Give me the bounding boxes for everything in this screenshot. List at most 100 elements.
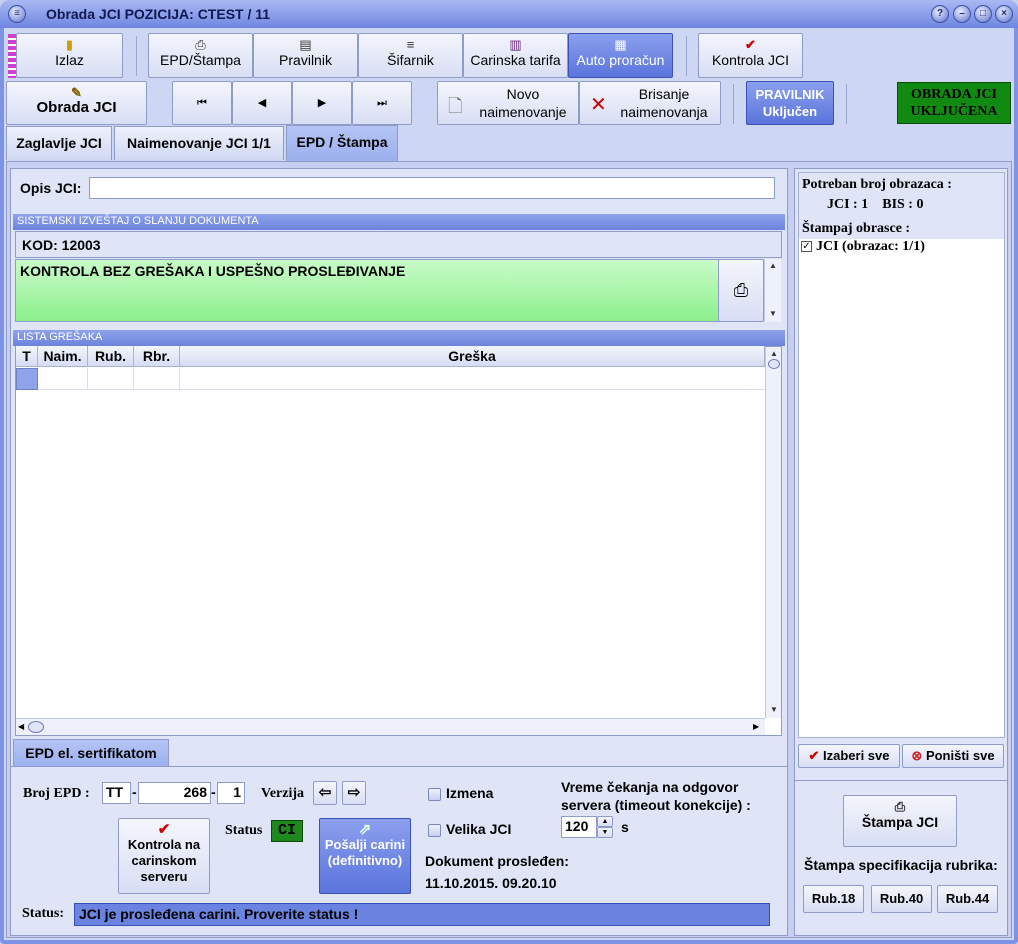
obrada-jci-button[interactable]: ✎ Obrada JCI xyxy=(6,81,147,125)
brisanje-label: Brisanje naimenovanja xyxy=(610,85,718,121)
greske-header: LISTA GREŠAKA xyxy=(13,330,785,346)
velika-jci-checkbox[interactable] xyxy=(428,824,441,837)
kontrola-l3: serveru xyxy=(140,869,188,884)
stampa-jci-button[interactable]: ⎙ Štampa JCI xyxy=(843,795,957,847)
brisanje-label-l2: naimenovanja xyxy=(620,104,708,120)
epd-stampa-button[interactable]: ⎙ EPD/Štampa xyxy=(148,33,253,78)
novo-naimenovanje-button[interactable]: 🗋 Novo naimenovanje xyxy=(437,81,579,125)
printer-icon: ⎙ xyxy=(894,799,906,814)
obrada-status-l1: OBRADA JCI xyxy=(911,87,997,102)
scroll-up-icon[interactable]: ▲ xyxy=(766,349,782,358)
kontrola-jci-button[interactable]: ✔ Kontrola JCI xyxy=(698,33,803,78)
timeout-input[interactable]: 120 xyxy=(561,816,597,838)
pen-icon: ✎ xyxy=(71,85,82,100)
new-document-icon: 🗋 xyxy=(448,96,463,116)
sifarnik-button[interactable]: ≡ Šifarnik xyxy=(358,33,463,78)
scroll-down-icon[interactable]: ▼ xyxy=(766,705,782,714)
izvestaj-message: KONTROLA BEZ GREŠAKA I USPEŠNO PROSLEĐIV… xyxy=(15,259,719,322)
broj-epd-suffix[interactable]: 1 xyxy=(217,782,245,804)
scroll-right-icon[interactable]: ▶ xyxy=(753,722,759,731)
last-record-button[interactable]: ⏭ xyxy=(352,81,412,125)
carinska-tarifa-button[interactable]: ▥ Carinska tarifa xyxy=(463,33,568,78)
prev-record-button[interactable]: ◀ xyxy=(232,81,292,125)
rub40-button[interactable]: Rub.40 xyxy=(871,885,932,913)
timeout-down-button[interactable]: ▼ xyxy=(597,827,613,838)
toolbar-separator xyxy=(846,84,847,124)
last-icon: ⏭ xyxy=(377,97,387,109)
broj-epd-number[interactable]: 268 xyxy=(138,782,211,804)
posalji-carini-button[interactable]: ⇗ Pošalji carini (definitivno) xyxy=(319,818,411,894)
brisanje-label-l1: Brisanje xyxy=(638,86,690,102)
jci-count-value: 1 xyxy=(861,197,869,212)
scroll-thumb[interactable] xyxy=(768,359,780,369)
broj-epd-label: Broj EPD : xyxy=(23,786,90,801)
next-record-button[interactable]: ▶ xyxy=(292,81,352,125)
prev-icon: ◀ xyxy=(257,97,267,109)
izaberi-sve-button[interactable]: ✔ Izaberi sve xyxy=(798,744,900,768)
greske-scrollbar-h[interactable]: ◀ ▶ xyxy=(16,718,765,735)
novo-label-l1: Novo xyxy=(506,86,540,102)
auto-proracun-button[interactable]: ▦ Auto proračun xyxy=(568,33,673,78)
scroll-down-icon[interactable]: ▼ xyxy=(765,309,781,318)
system-menu-icon[interactable]: ≡ xyxy=(8,5,26,23)
toolbar-separator xyxy=(136,36,137,76)
izmena-checkbox[interactable] xyxy=(428,788,441,801)
col-t[interactable]: T xyxy=(16,346,38,367)
stampaj-label: Štampaj obrasce : xyxy=(802,221,911,236)
opis-label: Opis JCI: xyxy=(20,180,82,196)
izvestaj-scrollbar[interactable]: ▲ ▼ xyxy=(764,259,781,322)
broj-epd-prefix[interactable]: TT xyxy=(102,782,131,804)
col-rbr[interactable]: Rbr. xyxy=(134,346,180,367)
obrasci-list[interactable] xyxy=(798,172,1005,738)
help-icon[interactable]: ? xyxy=(931,5,949,23)
greske-grid[interactable] xyxy=(15,346,782,736)
tab-zaglavlje[interactable]: Zaglavlje JCI xyxy=(6,126,112,160)
rub18-button[interactable]: Rub.18 xyxy=(803,885,864,913)
izlaz-button[interactable]: ▮ Izlaz xyxy=(16,33,123,78)
rub44-button[interactable]: Rub.44 xyxy=(937,885,998,913)
timeout-up-button[interactable]: ▲ xyxy=(597,816,613,827)
obrazac-item[interactable]: JCI (obrazac: 1/1) xyxy=(816,239,925,255)
table-row[interactable] xyxy=(38,368,765,390)
toolbar-grip[interactable] xyxy=(8,34,16,78)
obrazac-checkbox[interactable]: ✓ xyxy=(801,241,812,252)
tab-naimenovanje[interactable]: Naimenovanje JCI 1/1 xyxy=(114,126,284,160)
scroll-left-icon[interactable]: ◀ xyxy=(18,722,24,731)
tab-epd-stampa[interactable]: EPD / Štampa xyxy=(286,125,398,161)
tab-epd-sertifikat[interactable]: EPD el. sertifikatom xyxy=(13,739,169,767)
col-rub[interactable]: Rub. xyxy=(88,346,134,367)
pravilnik-status-l1: PRAVILNIK xyxy=(755,87,825,102)
close-icon[interactable]: × xyxy=(995,5,1013,23)
first-record-button[interactable]: ⏮ xyxy=(172,81,232,125)
verzija-prev-button[interactable]: ⇦ xyxy=(313,781,337,805)
prosledjen-label: Dokument prosleđen: xyxy=(425,853,569,869)
maximize-icon[interactable]: □ xyxy=(974,5,992,23)
brisanje-naimenovanja-button[interactable]: ✕ Brisanje naimenovanja xyxy=(579,81,721,125)
pravilnik-ukljucen-button[interactable]: PRAVILNIK Uključen xyxy=(746,81,834,125)
kontrola-server-button[interactable]: ✔ Kontrola na carinskom serveru xyxy=(118,818,210,894)
opis-input[interactable] xyxy=(89,177,775,199)
client-area: ▮ Izlaz ⎙ EPD/Štampa ▤ Pravilnik ≡ Šifar… xyxy=(4,28,1014,940)
izmena-label: Izmena xyxy=(446,785,494,801)
print-report-button[interactable]: ⎙ xyxy=(718,259,764,322)
verzija-label: Verzija xyxy=(261,786,305,801)
verzija-next-button[interactable]: ⇨ xyxy=(342,781,366,805)
row-selector[interactable] xyxy=(16,368,38,390)
scroll-thumb[interactable] xyxy=(28,721,44,733)
toolbar-separator xyxy=(686,36,687,76)
cell-divider xyxy=(179,368,180,389)
greske-scrollbar-v[interactable]: ▲ ▼ xyxy=(765,347,781,718)
col-naim[interactable]: Naim. xyxy=(38,346,88,367)
obrada-status-l2: UKLJUČENA xyxy=(910,104,998,119)
exit-icon: ▮ xyxy=(65,37,74,52)
ponisti-sve-button[interactable]: ⊗ Poništi sve xyxy=(902,744,1004,768)
scroll-up-icon[interactable]: ▲ xyxy=(765,261,781,270)
kontrola-l1: Kontrola na xyxy=(127,837,201,852)
timeout-label-l1: Vreme čekanja na odgovor xyxy=(561,779,739,795)
col-greska[interactable]: Greška xyxy=(180,346,765,367)
pravilnik-button[interactable]: ▤ Pravilnik xyxy=(253,33,358,78)
first-icon: ⏮ xyxy=(197,97,207,109)
right-divider xyxy=(794,780,1008,781)
minimize-icon[interactable]: – xyxy=(953,5,971,23)
title-bar: ≡ Obrada JCI POZICIJA: CTEST / 11 ? – □ … xyxy=(0,0,1018,28)
